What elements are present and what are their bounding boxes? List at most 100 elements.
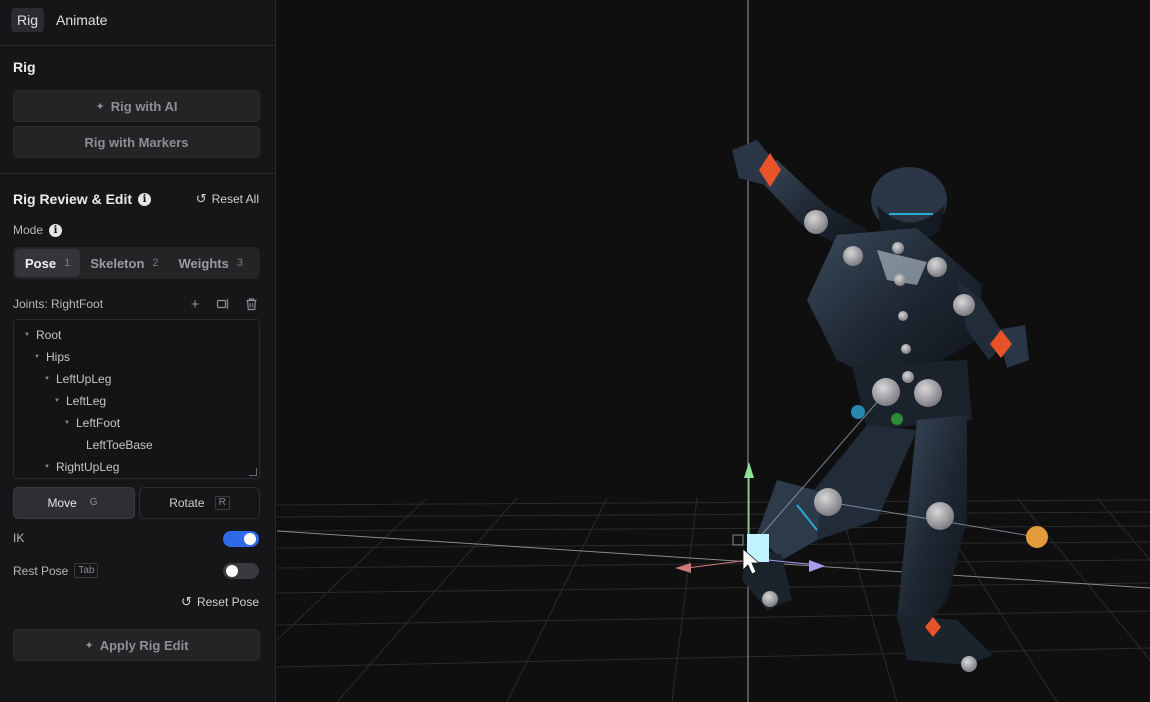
rig-review-title-text: Rig Review & Edit (13, 191, 133, 207)
resize-handle[interactable] (249, 468, 257, 476)
ground-grid (277, 497, 1150, 702)
mode-skeleton-key: 2 (152, 257, 159, 269)
joint-sphere[interactable] (914, 379, 942, 407)
mode-weights-key: 3 (236, 257, 243, 269)
tree-item-label: LeftToeBase (86, 438, 153, 452)
joint-sphere[interactable] (894, 274, 906, 286)
rig-review-title: Rig Review & Edit i (13, 191, 152, 207)
rig-with-ai-button[interactable]: ✦ Rig with AI (13, 90, 260, 122)
joint-sphere[interactable] (843, 246, 863, 266)
sparkle-icon: ✦ (95, 100, 105, 113)
sparkle-icon: ✦ (84, 639, 94, 652)
apply-rig-edit-button[interactable]: ✦ Apply Rig Edit (13, 629, 260, 661)
joint-sphere[interactable] (814, 488, 842, 516)
tree-item-root[interactable]: ▼ Root (24, 328, 61, 342)
move-tool-key: G (89, 497, 98, 508)
joint-sphere[interactable] (926, 502, 954, 530)
chevron-down-icon[interactable]: ▼ (54, 398, 60, 404)
tree-item-label: LeftFoot (76, 416, 121, 430)
pole-target[interactable] (1026, 526, 1048, 548)
reset-pose-button[interactable]: ↺ Reset Pose (181, 594, 259, 610)
mode-label-text: Mode (13, 223, 44, 237)
joint-sphere[interactable] (902, 371, 914, 383)
mode-label: Mode i (13, 223, 63, 237)
mode-skeleton-label: Skeleton (90, 255, 145, 271)
reset-all-button[interactable]: ↺ Reset All (196, 191, 259, 207)
joint-actions: + (187, 297, 259, 313)
tree-item-leftupleg[interactable]: ▼ LeftUpLeg (44, 372, 111, 386)
tree-item-rightupleg[interactable]: ▼ RightUpLeg (44, 460, 119, 474)
tree-item-lefttoebase[interactable]: LeftToeBase (86, 438, 153, 452)
gizmo-plane-handle[interactable] (732, 534, 744, 546)
move-tool-label: Move (47, 496, 77, 510)
chevron-down-icon[interactable]: ▼ (24, 332, 30, 338)
chevron-down-icon[interactable]: ▼ (44, 464, 50, 470)
info-icon[interactable]: i (49, 223, 63, 237)
mode-skeleton[interactable]: Skeleton 2 (80, 249, 168, 277)
side-panel: Rig Animate Rig ✦ Rig with AI Rig with M… (0, 0, 276, 702)
rest-pose-toggle[interactable] (223, 563, 259, 579)
reset-icon: ↺ (195, 191, 207, 206)
tree-item-leftfoot[interactable]: ▼ LeftFoot (64, 416, 120, 430)
mode-weights[interactable]: Weights 3 (169, 249, 253, 277)
tree-item-label: Hips (46, 350, 71, 364)
ik-toggle[interactable] (223, 531, 259, 547)
x-axis-line (277, 530, 1150, 589)
joint-sphere[interactable] (892, 242, 904, 254)
rotate-tool-button[interactable]: Rotate R (139, 487, 260, 519)
rest-pose-key: Tab (74, 563, 99, 578)
move-tool-button[interactable]: Move G (13, 487, 135, 519)
tab-rig[interactable]: Rig (11, 8, 45, 32)
delete-joint-icon[interactable] (243, 297, 259, 313)
tab-animate[interactable]: Animate (50, 8, 113, 32)
mode-selector: Pose 1 Skeleton 2 Weights 3 (13, 247, 260, 279)
divider (0, 45, 276, 46)
viewport-canvas[interactable] (277, 0, 1150, 702)
add-joint-icon[interactable]: + (187, 297, 203, 313)
toggle-knob (226, 565, 238, 577)
tree-item-leftleg[interactable]: ▼ LeftLeg (54, 394, 106, 408)
rig-section-title: Rig (13, 59, 36, 75)
tree-item-label: LeftUpLeg (56, 372, 112, 386)
info-icon[interactable]: i (138, 192, 152, 206)
mode-tabs: Rig Animate (11, 8, 113, 32)
reset-icon: ↺ (181, 594, 192, 609)
joint-sphere[interactable] (961, 656, 977, 672)
toggle-knob (244, 533, 256, 545)
reset-pose-label: Reset Pose (196, 595, 259, 609)
chevron-down-icon[interactable]: ▼ (44, 376, 50, 382)
chevron-down-icon[interactable]: ▼ (34, 354, 40, 360)
reset-all-label: Reset All (211, 192, 259, 206)
tree-item-label: RightUpLeg (56, 460, 120, 474)
joint-sphere[interactable] (804, 210, 828, 234)
joint-tree[interactable]: ▼ Root ▼ Hips ▼ LeftUpLeg ▼ LeftLeg ▼ Le… (13, 319, 260, 479)
joint-sphere[interactable] (898, 311, 908, 321)
3d-viewport[interactable] (277, 0, 1150, 702)
gizmo-z-arrow[interactable] (809, 560, 825, 572)
rig-with-markers-button[interactable]: Rig with Markers (13, 126, 260, 158)
joint-sphere[interactable] (762, 591, 778, 607)
rest-pose-label: Rest Pose Tab (13, 563, 99, 578)
joint-sphere[interactable] (953, 294, 975, 316)
gizmo-y-arrow[interactable] (744, 462, 754, 478)
mode-pose-label: Pose (25, 255, 57, 271)
joint-sphere (891, 413, 903, 425)
rig-with-ai-label: Rig with AI (110, 98, 178, 114)
apply-rig-edit-label: Apply Rig Edit (99, 637, 189, 653)
divider (0, 173, 276, 174)
rename-joint-icon[interactable] (215, 297, 231, 313)
tree-item-label: LeftLeg (66, 394, 107, 408)
rotate-tool-key: R (214, 496, 230, 510)
mode-pose-key: 1 (64, 257, 71, 269)
mode-weights-label: Weights (178, 255, 229, 271)
joint-sphere[interactable] (927, 257, 947, 277)
joints-label: Joints: RightFoot (13, 297, 104, 311)
mode-pose[interactable]: Pose 1 (15, 249, 81, 277)
rest-pose-label-text: Rest Pose (13, 563, 69, 578)
rotate-tool-label: Rotate (169, 496, 205, 510)
rig-with-markers-label: Rig with Markers (84, 134, 189, 150)
tree-item-hips[interactable]: ▼ Hips (34, 350, 70, 364)
joint-sphere[interactable] (901, 344, 911, 354)
chevron-down-icon[interactable]: ▼ (64, 420, 70, 426)
joint-sphere[interactable] (872, 378, 900, 406)
